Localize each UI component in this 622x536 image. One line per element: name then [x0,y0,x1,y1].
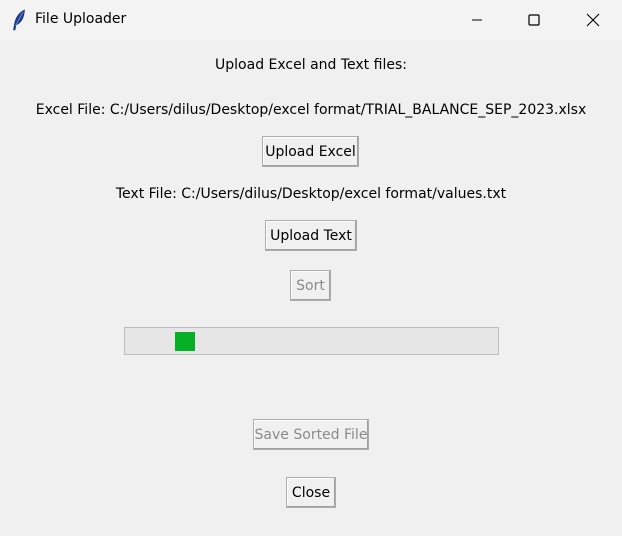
maximize-button[interactable] [511,0,557,40]
close-button[interactable]: Close [286,477,336,508]
file-uploader-window: File Uploader Upload Excel and Text file… [0,0,622,536]
save-sorted-file-button[interactable]: Save Sorted File [253,419,369,450]
excel-file-path-label: Excel File: C:/Users/dilus/Desktop/excel… [35,102,587,118]
title-bar[interactable]: File Uploader [0,0,622,40]
close-icon [586,13,600,27]
minimize-button[interactable] [454,0,500,40]
upload-excel-button[interactable]: Upload Excel [262,136,359,167]
close-window-button[interactable] [570,0,616,40]
minimize-icon [472,19,482,21]
maximize-icon [528,14,540,26]
window-title: File Uploader [35,11,127,27]
upload-heading: Upload Excel and Text files: [215,57,407,73]
feather-icon [11,9,27,31]
sort-button[interactable]: Sort [290,270,331,301]
progress-bar [124,327,499,355]
upload-text-button[interactable]: Upload Text [265,220,357,251]
text-file-path-label: Text File: C:/Users/dilus/Desktop/excel … [115,186,507,202]
progress-indicator [175,332,195,351]
